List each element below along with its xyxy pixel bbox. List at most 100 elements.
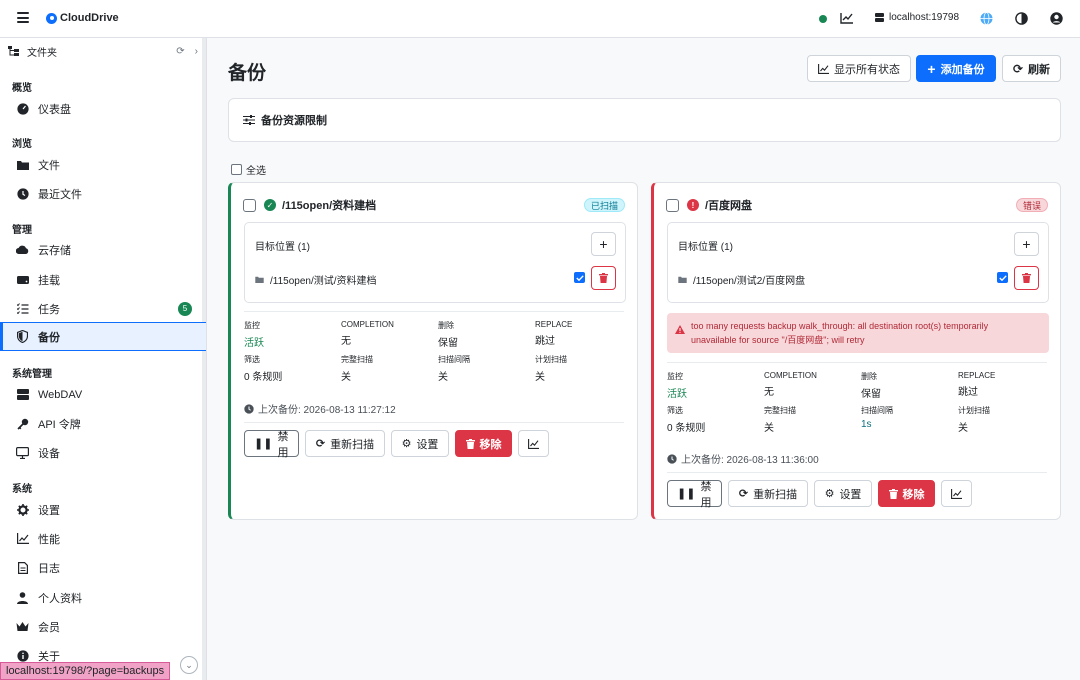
sidebar-item-recent[interactable]: 最近文件 bbox=[0, 179, 206, 208]
monitor-value: 活跃 bbox=[667, 389, 687, 400]
sidebar-item-label: 备份 bbox=[38, 331, 60, 344]
backup-select-checkbox[interactable] bbox=[666, 198, 679, 212]
plan-scan-value: 关 bbox=[958, 423, 968, 434]
add-backup-button[interactable]: + 添加备份 bbox=[916, 55, 996, 82]
remove-button[interactable]: 移除 bbox=[878, 480, 935, 507]
error-circle-icon: ! bbox=[687, 199, 699, 211]
remove-button[interactable]: 移除 bbox=[455, 430, 512, 457]
sidebar-item-cloud[interactable]: 云存储 bbox=[0, 235, 206, 264]
divider bbox=[667, 472, 1047, 473]
refresh-tree-icon[interactable]: ⟳ bbox=[176, 46, 184, 57]
target-enabled-checkbox[interactable] bbox=[574, 272, 585, 283]
rescan-button[interactable]: ⟳ 重新扫描 bbox=[305, 430, 385, 457]
monitor-field: 监控 活跃 bbox=[244, 320, 341, 349]
folder-icon bbox=[255, 276, 264, 283]
delete-target-button[interactable] bbox=[591, 266, 616, 290]
user-account-icon[interactable] bbox=[1049, 11, 1063, 25]
sidebar-item-profile[interactable]: 个人资料 bbox=[0, 583, 206, 612]
refresh-icon: ⟳ bbox=[738, 488, 749, 500]
select-all-checkbox[interactable] bbox=[231, 164, 242, 175]
backup-card: ! /百度网盘 错误 目标位置 (1) + /115open/测试2/百度网盘 … bbox=[651, 182, 1061, 520]
backup-source-path: /百度网盘 bbox=[705, 200, 753, 212]
sidebar-item-api[interactable]: API 令牌 bbox=[0, 409, 206, 438]
sidebar-item-webdav[interactable]: WebDAV bbox=[0, 380, 206, 409]
globe-icon[interactable] bbox=[979, 11, 993, 25]
disable-button[interactable]: ❚❚ 禁用 bbox=[667, 480, 722, 509]
sidebar-item-logs[interactable]: 日志 bbox=[0, 553, 206, 582]
target-enabled-checkbox[interactable] bbox=[997, 272, 1008, 283]
sidebar-item-settings[interactable]: 设置 bbox=[0, 495, 206, 524]
sidebar-item-tasks[interactable]: 任务 5 bbox=[0, 294, 206, 323]
sidebar-item-perf[interactable]: 性能 bbox=[0, 524, 206, 553]
section-sysmanage: 系统管理 bbox=[12, 369, 52, 380]
sidebar-item-member[interactable]: 会员 bbox=[0, 612, 206, 641]
sliders-icon bbox=[243, 115, 255, 125]
refresh-button[interactable]: ⟳ 刷新 bbox=[1002, 55, 1061, 82]
plan-scan-field: 计划扫描关 bbox=[535, 354, 629, 383]
backup-actions: ❚❚ 禁用 ⟳ 重新扫描 ⚙ 设置 移除 bbox=[244, 430, 549, 459]
completion-value: 无 bbox=[341, 336, 351, 347]
backup-select-checkbox[interactable] bbox=[243, 198, 256, 212]
chevron-right-icon[interactable]: › bbox=[195, 46, 198, 57]
completion-field: COMPLETION 无 bbox=[341, 320, 438, 349]
settings-button[interactable]: ⚙ 设置 bbox=[814, 480, 872, 507]
full-scan-value: 关 bbox=[764, 423, 774, 434]
server-indicator[interactable]: localhost:19798 bbox=[875, 12, 959, 23]
show-all-status-button[interactable]: 显示所有状态 bbox=[807, 55, 911, 82]
rescan-label: 重新扫描 bbox=[753, 488, 798, 501]
scan-interval-field: 扫描间隔关 bbox=[438, 354, 535, 383]
scan-interval-value: 1s bbox=[861, 419, 872, 430]
remove-label: 移除 bbox=[479, 438, 502, 451]
add-target-button[interactable]: + bbox=[1014, 232, 1039, 256]
status-badge: 错误 bbox=[1015, 198, 1048, 212]
delete-target-button[interactable] bbox=[1014, 266, 1039, 290]
plan-scan-value: 关 bbox=[535, 372, 545, 383]
backup-settings-grid: 监控 活跃 COMPLETION 无 删除 保留 REPLACE 跳过 筛选 0 条规则 … bbox=[667, 371, 1052, 434]
add-target-button[interactable]: + bbox=[591, 232, 616, 256]
stats-button[interactable] bbox=[518, 430, 549, 457]
settings-label: 设置 bbox=[839, 488, 862, 501]
sidebar-header: 文件夹 ⟳ › bbox=[8, 44, 198, 59]
sidebar-item-label: 设置 bbox=[38, 504, 60, 517]
theme-toggle-icon[interactable] bbox=[1014, 11, 1028, 25]
backup-limits-title: 备份资源限制 bbox=[261, 115, 327, 127]
select-all[interactable]: 全选 bbox=[231, 162, 266, 177]
menu-icon[interactable] bbox=[17, 12, 29, 23]
backup-limits-panel[interactable]: 备份资源限制 bbox=[228, 98, 1061, 142]
rescan-label: 重新扫描 bbox=[330, 438, 375, 451]
replace-value: 跳过 bbox=[958, 387, 978, 398]
replace-value: 跳过 bbox=[535, 336, 555, 347]
file-text-icon bbox=[16, 561, 29, 574]
sidebar-item-dashboard[interactable]: 仪表盘 bbox=[0, 94, 206, 123]
target-locations-panel: 目标位置 (1) + /115open/测试2/百度网盘 bbox=[667, 222, 1049, 303]
target-path-text: /115open/测试/资料建档 bbox=[270, 276, 377, 287]
settings-button[interactable]: ⚙ 设置 bbox=[391, 430, 449, 457]
add-backup-label: 添加备份 bbox=[940, 63, 985, 76]
stats-button[interactable] bbox=[941, 480, 972, 507]
rescan-button[interactable]: ⟳ 重新扫描 bbox=[728, 480, 808, 507]
delete-value: 保留 bbox=[438, 338, 458, 349]
app-name: CloudDrive bbox=[60, 12, 119, 24]
disable-button[interactable]: ❚❚ 禁用 bbox=[244, 430, 299, 459]
sidebar-item-backup[interactable]: 备份 bbox=[0, 322, 206, 351]
target-locations-panel: 目标位置 (1) + /115open/测试/资料建档 bbox=[244, 222, 626, 303]
last-backup-text: 上次备份: 2026-08-13 11:36:00 bbox=[681, 455, 819, 466]
cloud-icon bbox=[16, 243, 29, 256]
chart-line-icon[interactable] bbox=[840, 11, 854, 25]
trash-icon bbox=[888, 488, 898, 499]
sidebar-item-files[interactable]: 文件 bbox=[0, 150, 206, 179]
app-logo[interactable]: CloudDrive bbox=[46, 12, 119, 24]
sidebar-item-devices[interactable]: 设备 bbox=[0, 438, 206, 467]
server-icon bbox=[875, 13, 884, 22]
check-circle-icon: ✓ bbox=[264, 199, 276, 211]
chart-line-icon bbox=[528, 438, 539, 449]
backup-card: ✓ /115open/资料建档 已扫描 目标位置 (1) + /115open/… bbox=[228, 182, 638, 520]
refresh-icon: ⟳ bbox=[1012, 61, 1024, 76]
shield-icon bbox=[16, 330, 29, 343]
last-backup-text: 上次备份: 2026-08-13 11:27:12 bbox=[258, 405, 396, 416]
sidebar-item-label: 挂载 bbox=[38, 274, 60, 287]
delete-value: 保留 bbox=[861, 389, 881, 400]
monitor-icon bbox=[16, 446, 29, 459]
collapse-sidebar-button[interactable]: ⌄ bbox=[180, 656, 198, 674]
sidebar-item-mount[interactable]: 挂载 bbox=[0, 265, 206, 294]
